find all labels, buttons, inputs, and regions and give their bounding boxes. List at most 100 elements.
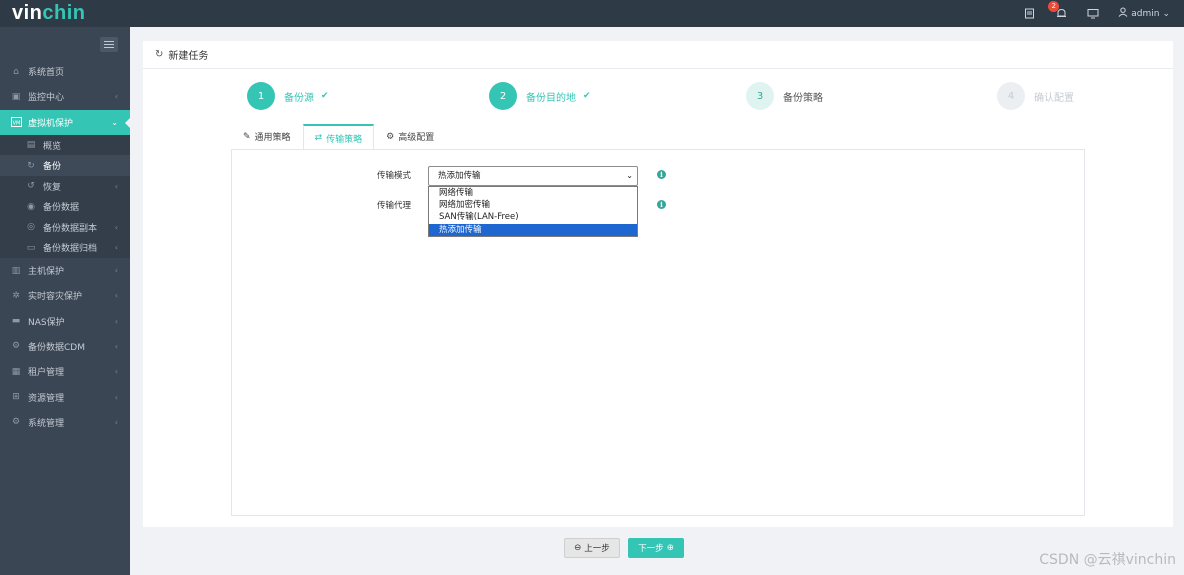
top-bar: vinchin 2 admin ⌄ — [0, 0, 1184, 27]
arrow-left-icon: ⊖ — [574, 543, 582, 553]
sidebar-item-replication[interactable]: ✲ 实时容灾保护 ‹ — [0, 283, 130, 308]
sidebar-item-nas[interactable]: ▬ NAS保护 ‹ — [0, 308, 130, 333]
brand-logo[interactable]: vinchin — [12, 2, 86, 25]
tenant-icon: ▦ — [11, 366, 21, 377]
settings-icon: ⚙ — [11, 417, 21, 428]
sidebar-item-cdm[interactable]: ⚙ 备份数据CDM ‹ — [0, 334, 130, 359]
step-label: 备份目的地 — [526, 92, 576, 104]
sidebar-item-resource[interactable]: ⊞ 资源管理 ‹ — [0, 384, 130, 409]
transfer-mode-dropdown: 网络传输 网络加密传输 SAN传输(LAN-Free) 热添加传输 — [428, 186, 638, 237]
overview-icon: ▤ — [26, 140, 36, 151]
user-menu[interactable]: admin ⌄ — [1118, 7, 1170, 20]
refresh-icon: ↻ — [155, 49, 164, 60]
chevron-left-icon: ‹ — [114, 291, 118, 301]
tab-advanced-config[interactable]: ⚙ 高级配置 — [374, 123, 446, 149]
step-source[interactable]: 1 备份源 ✔ — [247, 82, 329, 110]
chevron-down-icon: ⌄ — [111, 117, 118, 127]
sidebar-submenu: ▤ 概览 ↻ 备份 ↺ 恢复 ‹ ◉ 备份数据 ◎ 备份数据副本 ‹ ▭ 备份数… — [0, 134, 130, 258]
sidebar-subitem-label: 恢复 — [43, 182, 62, 193]
transfer-proxy-row: 传输代理 i — [232, 196, 1086, 216]
check-icon: ✔ — [321, 91, 329, 101]
cdm-icon: ⚙ — [11, 341, 21, 352]
resource-icon: ⊞ — [12, 392, 20, 403]
next-step-button[interactable]: 下一步 ⊕ — [628, 538, 684, 558]
sidebar-subitem-label: 备份数据副本 — [43, 223, 98, 234]
step-strategy[interactable]: 3 备份策略 — [746, 82, 823, 110]
user-icon — [1118, 7, 1128, 20]
step-number: 1 — [247, 82, 275, 110]
transfer-mode-select[interactable]: 热添加传输 ⌄ — [428, 166, 638, 186]
step-destination[interactable]: 2 备份目的地 ✔ — [489, 82, 591, 110]
watermark: CSDN @云祺vinchin — [1039, 552, 1176, 568]
chevron-left-icon: ‹ — [114, 222, 118, 232]
info-icon[interactable]: i — [657, 200, 666, 209]
gear-icon: ⚙ — [386, 131, 395, 142]
step-label: 备份源 — [284, 92, 314, 104]
transfer-proxy-label: 传输代理 — [377, 201, 412, 211]
prev-step-button[interactable]: ⊖ 上一步 — [564, 538, 620, 558]
sidebar-subitem-backup-data[interactable]: ◉ 备份数据 — [0, 196, 130, 217]
sidebar-item-label: NAS保护 — [28, 317, 65, 328]
chevron-left-icon: ‹ — [114, 341, 118, 351]
step-number: 4 — [997, 82, 1025, 110]
sidebar-item-label: 备份数据CDM — [28, 342, 85, 353]
sidebar-subitem-label: 备份数据归档 — [43, 244, 98, 255]
bell-icon[interactable]: 2 — [1048, 0, 1068, 21]
sidebar-subitem-backup-copy[interactable]: ◎ 备份数据副本 ‹ — [0, 217, 130, 238]
chevron-left-icon: ‹ — [114, 266, 118, 276]
info-icon[interactable]: i — [657, 170, 666, 179]
sidebar-item-system[interactable]: ⚙ 系统管理 ‹ — [0, 410, 130, 435]
sidebar-subitem-overview[interactable]: ▤ 概览 — [0, 135, 130, 156]
dropdown-option[interactable]: SAN传输(LAN-Free) — [429, 211, 637, 223]
tab-label: 传输策略 — [326, 134, 363, 145]
svg-text:VM: VM — [12, 121, 20, 127]
sidebar-item-host-protection[interactable]: ▥ 主机保护 ‹ — [0, 258, 130, 283]
dropdown-option-selected[interactable]: 热添加传输 — [429, 223, 637, 236]
document-icon[interactable] — [1022, 7, 1036, 21]
sidebar-subitem-archive[interactable]: ▭ 备份数据归档 ‹ — [0, 237, 130, 258]
sidebar-item-label: 租户管理 — [28, 368, 65, 379]
tab-transfer-strategy[interactable]: ⇄ 传输策略 — [302, 124, 375, 150]
sidebar-item-home[interactable]: ⌂ 系统首页 — [0, 59, 130, 84]
tab-general-strategy[interactable]: ✎ 通用策略 — [231, 123, 303, 149]
screen-icon[interactable] — [1086, 7, 1100, 21]
sidebar-item-label: 系统管理 — [28, 418, 65, 429]
tab-label: 高级配置 — [398, 133, 435, 143]
sidebar-item-label: 系统首页 — [28, 68, 65, 79]
notification-badge: 2 — [1048, 0, 1060, 12]
step-label: 确认配置 — [1034, 92, 1074, 104]
dropdown-option[interactable]: 网络加密传输 — [429, 199, 637, 211]
chevron-left-icon: ‹ — [114, 181, 118, 191]
brand-logo-part2: chin — [42, 2, 86, 24]
backup-icon: ↻ — [27, 160, 35, 171]
chevron-left-icon: ‹ — [114, 243, 118, 253]
dropdown-option[interactable]: 网络传输 — [429, 187, 637, 199]
sidebar-item-tenant[interactable]: ▦ 租户管理 ‹ — [0, 359, 130, 384]
chevron-down-icon: ⌄ — [626, 171, 633, 180]
transfer-icon: ⇄ — [314, 133, 323, 143]
step-number: 3 — [746, 82, 774, 110]
prev-step-label: 上一步 — [584, 544, 610, 554]
sidebar-item-label: 监控中心 — [28, 93, 65, 104]
arrow-right-icon: ⊕ — [666, 543, 674, 553]
wizard-footer: ⊖ 上一步 下一步 ⊕ — [0, 538, 1184, 558]
sidebar-item-label: 虚拟机保护 — [28, 118, 74, 129]
menu-toggle-icon[interactable] — [100, 37, 118, 52]
sidebar-subitem-backup[interactable]: ↻ 备份 — [0, 155, 130, 176]
nas-icon: ▬ — [11, 316, 21, 327]
step-confirm[interactable]: 4 确认配置 — [997, 82, 1074, 110]
chevron-left-icon: ‹ — [114, 417, 118, 427]
step-number: 2 — [489, 82, 517, 110]
sidebar: ⌂ 系统首页 ▣ 监控中心 ‹ VM 虚拟机保护 ⌄ ▤ 概览 ↻ 备份 ↺ 恢… — [0, 27, 131, 575]
chevron-left-icon: ‹ — [114, 92, 118, 102]
sidebar-subitem-restore[interactable]: ↺ 恢复 ‹ — [0, 176, 130, 197]
transfer-mode-value: 热添加传输 — [438, 171, 481, 181]
next-step-label: 下一步 — [638, 544, 664, 554]
sidebar-subitem-label: 概览 — [43, 141, 62, 152]
sidebar-item-vm-protection[interactable]: VM 虚拟机保护 ⌄ — [0, 109, 131, 135]
sidebar-item-label: 主机保护 — [28, 267, 65, 278]
sidebar-item-monitor[interactable]: ▣ 监控中心 ‹ — [0, 84, 130, 109]
archive-icon: ▭ — [26, 242, 36, 253]
chevron-left-icon: ‹ — [114, 316, 118, 326]
chevron-left-icon: ‹ — [114, 392, 118, 402]
